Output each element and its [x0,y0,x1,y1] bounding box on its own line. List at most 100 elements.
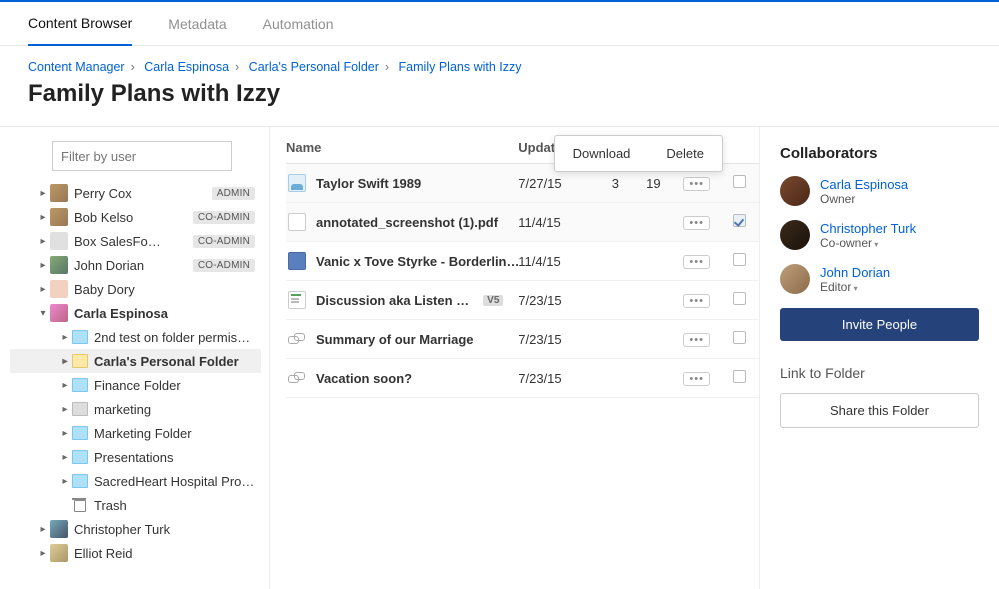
breadcrumb: Content Manager › Carla Espinosa › Carla's… [28,60,971,74]
sidebar-folder-label: Marketing Folder [94,426,255,441]
collaborator-item: John DorianEditor [780,264,979,294]
chevron-right-icon[interactable]: ▸ [36,548,50,559]
sidebar-user-item[interactable]: ▸Christopher Turk [10,517,261,541]
collaborator-name[interactable]: Christopher Turk [820,221,916,236]
sidebar-user-item[interactable]: ▸Baby Dory [10,277,261,301]
folder-icon [72,450,88,464]
invite-people-button[interactable]: Invite People [780,308,979,341]
page-header: Content Manager › Carla Espinosa › Carla's… [0,46,999,127]
chevron-right-icon[interactable]: ▸ [58,380,72,391]
row-checkbox[interactable] [733,253,746,266]
tab-content-browser[interactable]: Content Browser [28,3,132,46]
table-row[interactable]: annotated_screenshot (1).pdf11/4/15••• [286,203,759,242]
row-checkbox[interactable] [733,214,746,227]
breadcrumb-sep: › [385,60,389,74]
comment-count-cell [634,359,672,398]
chevron-right-icon[interactable]: ▸ [58,356,72,367]
breadcrumb-item[interactable]: Family Plans with Izzy [399,60,522,74]
sidebar-folder-item[interactable]: Trash [10,493,261,517]
file-name-label: Vacation soon? [316,371,412,386]
breadcrumb-sep: › [131,60,135,74]
avatar [50,208,68,226]
tab-automation[interactable]: Automation [263,2,334,45]
collab-count-cell [596,203,634,242]
table-row[interactable]: Summary of our Marriage7/23/15••• [286,320,759,359]
tab-metadata[interactable]: Metadata [168,2,226,45]
filter-by-user-input[interactable] [52,141,232,171]
folder-icon [72,426,88,440]
chevron-down-icon [872,236,878,250]
avatar [780,264,810,294]
chevron-right-icon[interactable]: ▸ [58,332,72,343]
sidebar-user-item[interactable]: ▾Carla Espinosa [10,301,261,325]
more-button[interactable]: ••• [683,255,710,269]
collab-count-cell [596,359,634,398]
chevron-right-icon[interactable]: ▸ [36,212,50,223]
file-name-cell: Vacation soon? [286,369,518,387]
collab-count-cell [596,281,634,320]
updated-cell: 7/23/15 [518,359,596,398]
avatar [50,304,68,322]
chevron-right-icon[interactable]: ▸ [36,260,50,271]
col-select-header[interactable] [721,127,759,164]
mp3-icon [288,252,306,270]
file-name-cell: annotated_screenshot (1).pdf [286,213,518,231]
sidebar-folder-item[interactable]: ▸ Marketing Folder [10,421,261,445]
sidebar-user-item[interactable]: ▸Box SalesFo…CO-ADMIN [10,229,261,253]
col-name-header[interactable]: Name [286,127,518,164]
sidebar-folder-item[interactable]: ▸ Presentations [10,445,261,469]
sidebar-folder-item[interactable]: ▸SacredHeart Hospital Projects [10,469,261,493]
sidebar-user-item[interactable]: ▸ Elliot Reid [10,541,261,565]
table-row[interactable]: Vacation soon? 7/23/15 ••• [286,359,759,398]
avatar [780,176,810,206]
collaborator-role[interactable]: Co-owner [820,236,916,250]
chevron-right-icon[interactable]: ▸ [36,284,50,295]
row-checkbox[interactable] [733,292,746,305]
more-button[interactable]: ••• [683,177,710,191]
more-button[interactable]: ••• [683,216,710,230]
collaborator-name[interactable]: Carla Espinosa [820,177,908,192]
sidebar-user-item[interactable]: ▸Bob KelsoCO-ADMIN [10,205,261,229]
row-checkbox[interactable] [733,331,746,344]
updated-cell: 7/23/15 [518,320,596,359]
share-folder-button[interactable]: Share this Folder [780,393,979,428]
chevron-right-icon[interactable]: ▸ [36,188,50,199]
row-checkbox[interactable] [733,370,746,383]
chevron-down-icon[interactable]: ▾ [36,308,50,319]
breadcrumb-item[interactable]: Carla Espinosa [144,60,229,74]
sidebar-folder-item[interactable]: ▸Finance Folder [10,373,261,397]
breadcrumb-item[interactable]: Content Manager [28,60,125,74]
more-button[interactable]: ••• [683,372,710,386]
chevron-right-icon[interactable]: ▸ [58,476,72,487]
delete-button[interactable]: Delete [648,136,722,171]
collaborator-item: Christopher TurkCo-owner [780,220,979,250]
collaborator-name[interactable]: John Dorian [820,265,890,280]
sidebar-folder-item[interactable]: ▸Carla's Personal Folder [10,349,261,373]
sidebar-user-item[interactable]: ▸John DorianCO-ADMIN [10,253,261,277]
chevron-right-icon[interactable]: ▸ [36,236,50,247]
sidebar-user-item[interactable]: ▸Perry CoxADMIN [10,181,261,205]
collaborator-role[interactable]: Editor [820,280,890,294]
chevron-right-icon[interactable]: ▸ [58,452,72,463]
file-name-cell: Vanic x Tove Styrke - Borderlin… [286,252,518,270]
sidebar-folder-item[interactable]: ▸2nd test on folder permissi… [10,325,261,349]
sidebar-user-label: Box SalesFo… [74,234,187,249]
updated-cell: 11/4/15 [518,242,596,281]
chevron-right-icon[interactable]: ▸ [58,404,72,415]
sidebar-user-label: Elliot Reid [74,546,255,561]
row-checkbox[interactable] [733,175,746,188]
more-button[interactable]: ••• [683,333,710,347]
table-row[interactable]: Vanic x Tove Styrke - Borderlin…11/4/15 •… [286,242,759,281]
table-row[interactable]: Discussion aka Listen …V57/23/15••• [286,281,759,320]
chevron-right-icon[interactable]: ▸ [36,524,50,535]
sidebar-folder-item[interactable]: ▸marketing [10,397,261,421]
breadcrumb-item[interactable]: Carla's Personal Folder [249,60,379,74]
shared-folder-icon [288,174,306,192]
sidebar-folder-label: Presentations [94,450,255,465]
folder-icon [72,354,88,368]
folder-icon [72,330,88,344]
download-button[interactable]: Download [555,136,649,171]
chevron-right-icon[interactable]: ▸ [58,428,72,439]
row-context-popup: Download Delete [554,135,723,172]
more-button[interactable]: ••• [683,294,710,308]
